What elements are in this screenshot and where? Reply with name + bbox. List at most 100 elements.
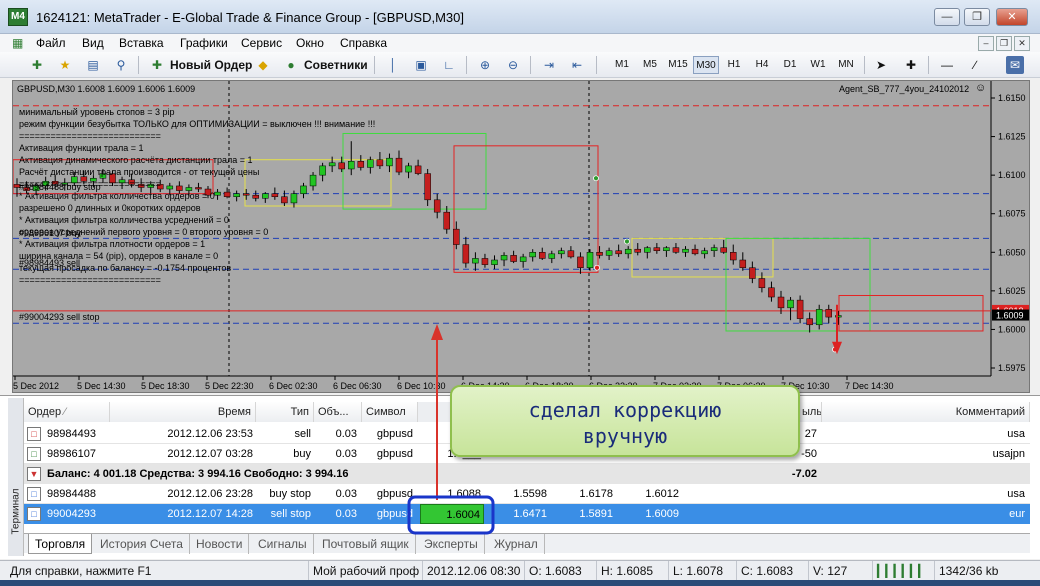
timeframe-m5[interactable]: M5 (637, 56, 663, 74)
timeframe-m15[interactable]: M15 (665, 56, 691, 74)
pending-order-row[interactable]: □ 98984488 2012.12.06 23:28 buy stop 0.0… (24, 484, 1030, 504)
new-chart-icon[interactable]: ✚ (28, 56, 46, 74)
candle-bear (242, 193, 250, 196)
line-chart-icon[interactable]: ∟ (440, 56, 458, 74)
profiles-icon[interactable]: ★ (56, 56, 74, 74)
mdi-close-button[interactable]: ✕ (1014, 36, 1030, 51)
pending-price-edited[interactable]: 1.6004 (420, 504, 484, 524)
timeframe-d1[interactable]: D1 (777, 56, 803, 74)
menu-help[interactable]: Справка (340, 34, 387, 52)
candle-bear (768, 287, 775, 298)
col-comment[interactable]: Комментарий (822, 402, 1030, 422)
candle-bull (663, 247, 670, 251)
zoom-in-icon[interactable]: ⊕ (476, 56, 494, 74)
document-menu-icon[interactable]: ▦ (12, 34, 30, 52)
advisors-icon[interactable]: ● (282, 56, 300, 74)
col-type[interactable]: Тип (256, 402, 314, 422)
tab-mailbox[interactable]: Почтовый ящик (316, 534, 416, 554)
timeframe-h1[interactable]: H1 (721, 56, 747, 74)
candle-bull (701, 250, 708, 255)
pending-sl: 1.6471 (513, 508, 547, 520)
status-profile[interactable]: Мой рабочий проф (308, 561, 420, 581)
candle-bear (796, 299, 804, 319)
col-profit[interactable]: ыль (798, 402, 822, 422)
tab-experts[interactable]: Эксперты (418, 534, 485, 554)
status-bar: Для справки, нажмите F1 Мой рабочий проф… (0, 560, 1040, 581)
crosshair-icon[interactable]: ✚ (902, 56, 920, 74)
candle-bull (405, 165, 412, 173)
pending-current: 1.6009 (645, 508, 679, 520)
taskbar (0, 580, 1040, 586)
chat-icon[interactable]: ✉ (1006, 56, 1024, 74)
annotation-callout-text: сделал коррекцию вручную (528, 398, 722, 448)
pending-symbol: gbpusd (376, 488, 413, 500)
trendline-icon[interactable]: ∕ (966, 56, 984, 74)
new-order-button[interactable]: Новый Ордер (170, 57, 252, 73)
terminal-side-label: Терминал (10, 488, 22, 535)
price-chart[interactable]: 1.6150 1.6125 1.6100 1.6075 1.6050 1.6025 1.60… (12, 80, 1030, 393)
menu-view[interactable]: Вид (82, 34, 104, 52)
tab-news[interactable]: Новости (190, 534, 250, 554)
timeframe-mn[interactable]: MN (833, 56, 859, 74)
candle-bear (223, 191, 231, 197)
close-button[interactable]: ✕ (996, 8, 1028, 26)
col-order[interactable]: Ордер ⁄ (24, 402, 110, 422)
balance-icon: ▼ (27, 467, 41, 481)
tab-journal[interactable]: Журнал (488, 534, 545, 554)
menu-charts[interactable]: Графики (180, 34, 228, 52)
candle-bear (825, 309, 832, 318)
mdi-minimize-button[interactable]: – (978, 36, 994, 51)
timeframe-w1[interactable]: W1 (805, 56, 831, 74)
market-watch-icon[interactable]: ▤ (84, 56, 102, 74)
time-tick-label: 5 Dec 2012 (13, 381, 59, 391)
metaeditor-icon[interactable]: ◆ (254, 56, 272, 74)
timeframe-m30[interactable]: M30 (693, 56, 719, 74)
expert-info-line: Активация функции трала = 1 (19, 143, 144, 153)
col-time[interactable]: Время (110, 402, 256, 422)
tab-signals[interactable]: Сигналы (252, 534, 314, 554)
status-low: L: 1.6078 (668, 561, 734, 581)
order-label-sell: #98984493 sell (19, 258, 81, 268)
pending-tp: 1.6178 (579, 488, 613, 500)
col-symbol[interactable]: Символ (362, 402, 418, 422)
candle-bear (577, 256, 584, 268)
pending-time: 2012.12.06 23:28 (167, 488, 253, 500)
timeframe-m1[interactable]: M1 (609, 56, 635, 74)
timeframe-h4[interactable]: H4 (749, 56, 775, 74)
expert-smiley-icon: ☺ (975, 82, 987, 94)
mdi-restore-button[interactable]: ❐ (996, 36, 1012, 51)
maximize-button[interactable]: ❐ (964, 8, 990, 26)
menu-service[interactable]: Сервис (241, 34, 282, 52)
tab-trade[interactable]: Торговля (28, 534, 93, 554)
chart-shift-icon[interactable]: ⇤ (568, 56, 586, 74)
candle-bull (605, 250, 613, 256)
new-order-icon[interactable]: ✚ (148, 56, 166, 74)
pending-order-row-selected[interactable]: □ 99004293 2012.12.07 14:28 sell stop 0.… (24, 504, 1030, 524)
auto-scroll-icon[interactable]: ⇥ (540, 56, 558, 74)
metatrader-window: M4 1624121: MetaTrader - E-Global Trade … (0, 0, 1040, 586)
menu-file[interactable]: Файл (36, 34, 66, 52)
candle-bear (720, 247, 727, 253)
candle-bear (176, 185, 183, 191)
advisors-button[interactable]: Советники (304, 57, 368, 73)
candle-chart-icon[interactable]: ▣ (412, 56, 430, 74)
candle-bull (529, 252, 536, 258)
candle-bull (472, 258, 479, 264)
order-pending-icon: □ (27, 507, 41, 521)
expert-info-line: минимальный уровень стопов = 3 pip (19, 107, 175, 117)
tab-account-history[interactable]: История Счета (94, 534, 190, 554)
trade-order: 98986107 (47, 448, 96, 460)
time-tick-label: 6 Dec 06:30 (333, 381, 382, 391)
candle-bear (357, 161, 365, 168)
bar-chart-icon[interactable]: │ (384, 56, 402, 74)
col-volume[interactable]: Объ... (314, 402, 362, 422)
horizontal-line-icon[interactable]: — (938, 56, 956, 74)
menu-insert[interactable]: Вставка (119, 34, 164, 52)
cursor-icon[interactable]: ➤ (872, 56, 890, 74)
navigator-icon[interactable]: ⚲ (112, 56, 130, 74)
minimize-button[interactable]: — (934, 8, 960, 26)
menu-window[interactable]: Окно (296, 34, 324, 52)
connection-bars-icon: ▎▎▎▎▎▎ (872, 561, 932, 581)
zoom-out-icon[interactable]: ⊖ (504, 56, 522, 74)
time-tick-label: 6 Dec 10:30 (397, 381, 446, 391)
